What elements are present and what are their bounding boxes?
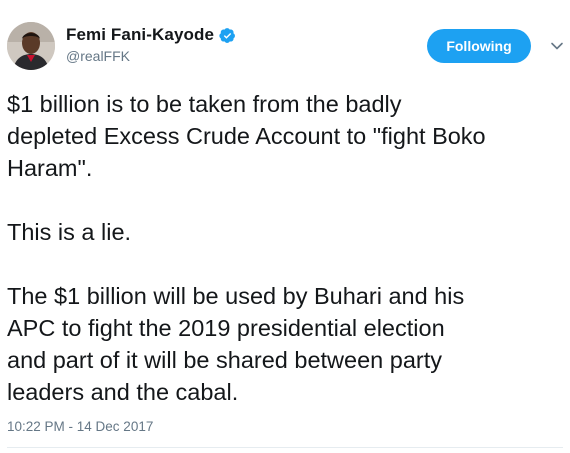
avatar[interactable]	[7, 22, 55, 70]
tweet-paragraph: The $1 billion will be used by Buhari an…	[7, 283, 465, 405]
verified-badge-icon	[219, 27, 236, 44]
author-info: Femi Fani-Kayode @realFFK	[66, 24, 236, 64]
tweet-timestamp[interactable]: 10:22 PM - 14 Dec 2017	[7, 419, 153, 434]
tweet-text: $1 billion is to be taken from the badly…	[7, 88, 562, 408]
divider	[7, 447, 563, 448]
author-handle[interactable]: @realFFK	[66, 48, 236, 64]
tweet-paragraph: This is a lie.	[7, 219, 132, 245]
chevron-down-icon[interactable]	[549, 38, 565, 54]
tweet-paragraph: $1 billion is to be taken from the badly…	[7, 91, 486, 181]
avatar-image	[7, 22, 55, 70]
following-button[interactable]: Following	[427, 29, 531, 63]
display-name[interactable]: Femi Fani-Kayode	[66, 25, 214, 45]
tweet-card: Femi Fani-Kayode @realFFK Following $1 b…	[0, 0, 570, 453]
display-name-row: Femi Fani-Kayode	[66, 24, 236, 46]
